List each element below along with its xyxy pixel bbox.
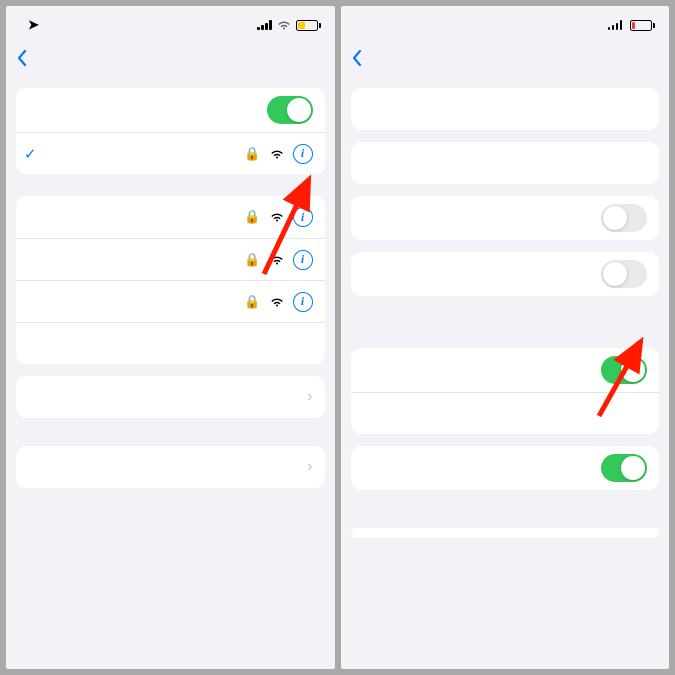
- wifi-toggle[interactable]: [267, 96, 313, 124]
- wifi-signal-icon: [269, 211, 285, 223]
- lock-icon: 🔒: [244, 294, 260, 310]
- lock-icon: 🔒: [244, 146, 260, 162]
- wifi-icon: [276, 19, 292, 31]
- chevron-left-icon: [16, 49, 28, 67]
- limit-ip-row[interactable]: [351, 446, 660, 490]
- ask-footer: [16, 430, 325, 446]
- auto-join-hotspot-row[interactable]: ›: [16, 446, 325, 488]
- ipv4-header: [351, 518, 660, 528]
- lock-icon: 🔒: [244, 252, 260, 268]
- network-row[interactable]: 🔒 i: [16, 238, 325, 280]
- info-icon[interactable]: i: [293, 207, 313, 227]
- location-icon: ➤: [28, 17, 39, 33]
- screen-wifi-list: ➤ ✓: [6, 6, 335, 669]
- network-row[interactable]: 🔒 i: [16, 196, 325, 238]
- limit-ip-toggle: [601, 454, 647, 482]
- back-button[interactable]: [16, 49, 30, 67]
- status-bar: [341, 6, 670, 38]
- ask-to-join-row[interactable]: ›: [16, 376, 325, 418]
- battery-icon: [296, 20, 321, 31]
- other-network-row[interactable]: [16, 322, 325, 364]
- cellular-signal-icon: [257, 20, 272, 30]
- back-button[interactable]: [351, 49, 365, 67]
- wifi-signal-icon: [269, 254, 285, 266]
- auto-join-toggle[interactable]: [601, 204, 647, 232]
- auto-join-row[interactable]: [351, 196, 660, 240]
- status-bar: ➤: [6, 6, 335, 38]
- chevron-right-icon: ›: [307, 458, 312, 476]
- wifi-address-row: [351, 392, 660, 434]
- wifi-toggle-row[interactable]: [16, 88, 325, 132]
- checkmark-icon: ✓: [24, 145, 42, 163]
- private-wifi-toggle[interactable]: [601, 356, 647, 384]
- join-network-row[interactable]: [351, 88, 660, 130]
- forget-network-row[interactable]: [351, 142, 660, 184]
- battery-icon: [630, 20, 655, 31]
- networks-header: [16, 186, 325, 196]
- info-icon[interactable]: i: [293, 144, 313, 164]
- limit-ip-footer: [351, 502, 660, 518]
- nav-bar: [6, 38, 335, 78]
- network-row[interactable]: 🔒 i: [16, 280, 325, 322]
- hotspot-footer: [16, 500, 325, 516]
- screen-network-detail: [341, 6, 670, 669]
- info-icon[interactable]: i: [293, 250, 313, 270]
- private-wifi-row[interactable]: [351, 348, 660, 392]
- wifi-signal-icon: [269, 148, 285, 160]
- wifi-signal-icon: [269, 296, 285, 308]
- chevron-left-icon: [351, 49, 363, 67]
- low-data-mode-row[interactable]: [351, 252, 660, 296]
- nav-bar: [341, 38, 670, 78]
- lock-icon: 🔒: [244, 209, 260, 225]
- info-icon[interactable]: i: [293, 292, 313, 312]
- chevron-right-icon: ›: [307, 388, 312, 406]
- cellular-signal-icon: [608, 20, 623, 30]
- connected-network-row[interactable]: ✓ 🔒 i: [16, 132, 325, 174]
- low-data-mode-toggle[interactable]: [601, 260, 647, 288]
